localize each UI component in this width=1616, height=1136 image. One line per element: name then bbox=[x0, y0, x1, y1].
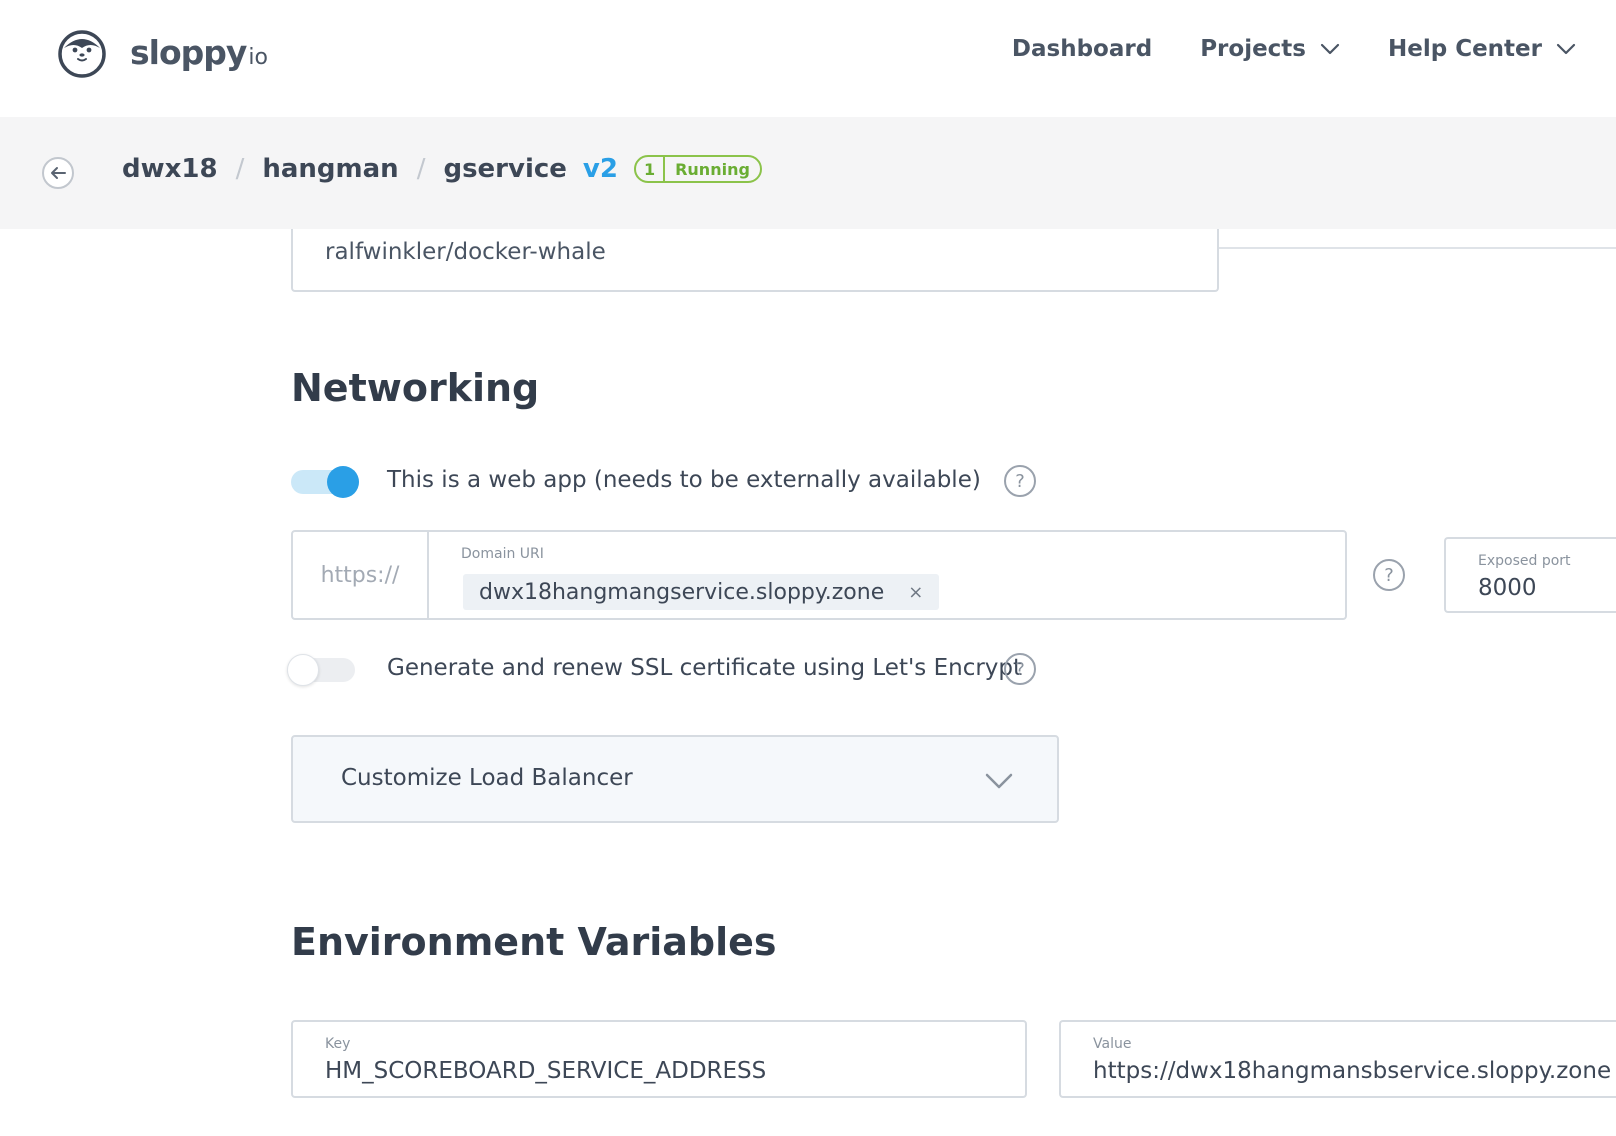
breadcrumb-app[interactable]: hangman bbox=[262, 154, 398, 184]
help-icon[interactable]: ? bbox=[1373, 559, 1405, 591]
web-app-toggle-label: This is a web app (needs to be externall… bbox=[387, 467, 981, 493]
back-button[interactable] bbox=[42, 157, 74, 189]
docker-image-field[interactable]: ralfwinkler/docker-whale bbox=[291, 229, 1219, 292]
chevron-down-icon bbox=[1320, 43, 1340, 55]
env-key-value: HM_SCOREBOARD_SERVICE_ADDRESS bbox=[325, 1058, 767, 1084]
divider bbox=[1219, 247, 1616, 249]
exposed-port-value: 8000 bbox=[1478, 575, 1537, 601]
help-glyph: ? bbox=[1384, 564, 1394, 586]
status-count: 1 bbox=[636, 157, 666, 181]
chevron-down-icon bbox=[985, 773, 1013, 789]
logo-wordmark: sloppy bbox=[130, 32, 247, 72]
logo[interactable]: sloppyio bbox=[56, 26, 268, 78]
domain-protocol-prefix: https:// bbox=[293, 532, 429, 618]
nav-help-center-label: Help Center bbox=[1388, 36, 1542, 62]
ssl-toggle[interactable] bbox=[287, 654, 355, 686]
arrow-left-icon bbox=[51, 167, 66, 179]
breadcrumb-service: gservice bbox=[443, 154, 567, 184]
breadcrumb-separator: / bbox=[416, 154, 426, 184]
environment-variables-heading: Environment Variables bbox=[291, 920, 777, 964]
breadcrumb-project[interactable]: dwx18 bbox=[122, 154, 218, 184]
service-version[interactable]: v2 bbox=[583, 154, 618, 184]
web-app-toggle[interactable] bbox=[291, 466, 359, 498]
nav-dashboard-label: Dashboard bbox=[1011, 36, 1153, 62]
nav-projects-label: Projects bbox=[1200, 36, 1306, 62]
help-glyph: ? bbox=[1015, 470, 1025, 492]
breadcrumb: dwx18 / hangman / gservice v2 1 Running bbox=[122, 154, 762, 184]
breadcrumb-separator: / bbox=[235, 154, 245, 184]
domain-chip: dwx18hangmangservice.sloppy.zone × bbox=[463, 574, 940, 610]
env-key-field[interactable]: Key HM_SCOREBOARD_SERVICE_ADDRESS bbox=[291, 1020, 1027, 1098]
nav-dashboard[interactable]: Dashboard bbox=[1012, 36, 1152, 62]
domain-uri-field[interactable]: https:// Domain URI dwx18hangmangservice… bbox=[291, 530, 1347, 620]
domain-chip-value: dwx18hangmangservice.sloppy.zone bbox=[479, 579, 885, 605]
env-key-caption: Key bbox=[325, 1036, 351, 1052]
help-glyph: ? bbox=[1015, 658, 1025, 680]
env-value-field[interactable]: Value https://dwx18hangmansbservice.slop… bbox=[1059, 1020, 1616, 1098]
logo-text: sloppyio bbox=[130, 33, 268, 72]
main-nav: Dashboard Projects Help Center bbox=[964, 36, 1576, 62]
logo-suffix: io bbox=[248, 44, 268, 70]
help-icon[interactable]: ? bbox=[1004, 653, 1036, 685]
status-badge: 1 Running bbox=[633, 155, 762, 183]
domain-uri-caption: Domain URI bbox=[461, 546, 544, 562]
env-value-caption: Value bbox=[1093, 1036, 1132, 1052]
remove-domain-button[interactable]: × bbox=[908, 582, 923, 603]
env-value-value: https://dwx18hangmansbservice.sloppy.zon… bbox=[1093, 1058, 1612, 1084]
customize-load-balancer-accordion[interactable]: Customize Load Balancer bbox=[291, 735, 1059, 823]
nav-help-center[interactable]: Help Center bbox=[1388, 36, 1576, 62]
sloth-logo-icon bbox=[58, 30, 106, 78]
ssl-toggle-label: Generate and renew SSL certificate using… bbox=[387, 655, 1023, 681]
load-balancer-label: Customize Load Balancer bbox=[341, 765, 633, 791]
top-navigation: sloppyio Dashboard Projects Help Center bbox=[0, 0, 1616, 117]
networking-heading: Networking bbox=[291, 366, 540, 410]
nav-projects[interactable]: Projects bbox=[1200, 36, 1340, 62]
exposed-port-caption: Exposed port bbox=[1478, 553, 1571, 569]
toggle-knob bbox=[287, 654, 319, 686]
help-icon[interactable]: ? bbox=[1004, 465, 1036, 497]
status-label: Running bbox=[675, 159, 750, 179]
docker-image-value: ralfwinkler/docker-whale bbox=[325, 239, 606, 265]
chevron-down-icon bbox=[1556, 43, 1576, 55]
exposed-port-field[interactable]: Exposed port 8000 bbox=[1444, 537, 1616, 613]
toggle-knob bbox=[327, 466, 359, 498]
breadcrumb-bar: dwx18 / hangman / gservice v2 1 Running bbox=[0, 117, 1616, 229]
